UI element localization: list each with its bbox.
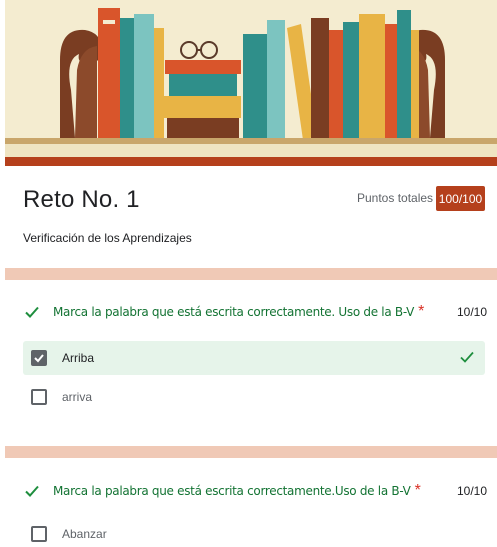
section-divider — [5, 446, 497, 458]
section-divider — [5, 268, 497, 280]
checkbox-empty-icon[interactable] — [31, 526, 47, 542]
header-accent-bar — [5, 157, 497, 166]
checkbox-empty-icon[interactable] — [31, 389, 47, 405]
question-2-text: Marca la palabra que está escrita correc… — [53, 484, 411, 498]
question-1-text: Marca la palabra que está escrita correc… — [53, 305, 415, 319]
total-points-label: Puntos totales — [357, 191, 434, 205]
checkbox-checked-icon[interactable] — [31, 350, 47, 366]
option-label: arriva — [62, 390, 93, 404]
question-1-header: Marca la palabra que está escrita correc… — [23, 303, 487, 321]
question-1-score: 10/10 — [456, 305, 487, 319]
option-label: Arriba — [62, 351, 95, 365]
correct-answer-checkmark-icon — [460, 351, 474, 363]
question-2-score: 10/10 — [456, 484, 487, 498]
checkmark-icon — [25, 485, 39, 497]
header-banner — [5, 0, 497, 157]
bookshelf-illustration — [60, 8, 445, 140]
checkmark-icon — [25, 306, 39, 318]
question-1-option-1[interactable]: Arriba — [23, 341, 485, 375]
form-description: Verificación de los Aprendizajes — [23, 231, 192, 245]
option-label: Abanzar — [62, 527, 107, 541]
question-2-header: Marca la palabra que está escrita correc… — [23, 482, 487, 500]
question-2-option-1[interactable]: Abanzar — [23, 517, 485, 547]
shelf-ground — [5, 144, 497, 157]
question-1-required-mark: * — [418, 303, 425, 320]
question-1-option-2[interactable]: arriva — [23, 380, 485, 414]
total-points-badge: 100/100 — [436, 186, 485, 211]
question-2-required-mark: * — [414, 482, 421, 499]
form-title: Reto No. 1 — [23, 186, 140, 213]
